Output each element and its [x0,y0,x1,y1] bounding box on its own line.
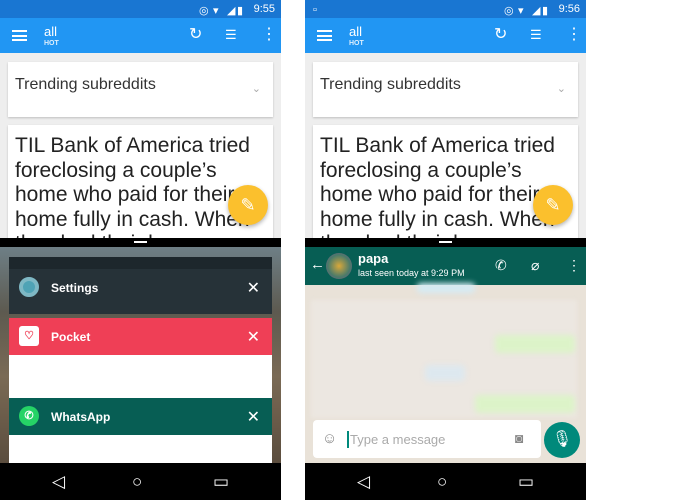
whatsapp-icon: ✆ [19,406,39,426]
date-pill [417,283,475,293]
clock: 9:55 [253,3,275,15]
back-icon[interactable]: ◁ [52,472,65,492]
home-icon[interactable]: ○ [132,472,142,492]
recent-card-whatsapp[interactable]: ✆ WhatsApp ✕ [9,398,272,463]
app-toolbar: all HOT ↻ ☰ ⋮ [305,18,586,53]
paperclip-icon[interactable]: ⌀ [531,257,539,274]
chevron-down-icon[interactable]: ⌄ [557,82,566,95]
back-icon[interactable]: ◁ [357,472,370,492]
more-icon[interactable]: ⋮ [567,257,581,274]
left-phone-screen: ◎ ▾ ◢ ▮ 9:55 all HOT ↻ ☰ ⋮ Trending subr… [0,0,281,500]
split-screen-divider[interactable] [305,238,586,247]
message-bubble [425,365,465,381]
pencil-icon: ✎ [545,195,561,215]
battery-icon: ▮ [542,5,549,17]
recents-background: Settings ✕ ♡ Pocket ✕ ✆ WhatsApp ✕ [0,247,281,463]
sync-icon: ◎ [504,5,514,17]
status-bar: ◎ ▾ ◢ ▮ 9:55 [0,0,281,18]
back-arrow-icon[interactable]: ← [310,256,325,273]
trending-label: Trending subreddits [320,76,461,93]
close-icon[interactable]: ✕ [247,278,260,298]
battery-icon: ▮ [237,5,244,17]
divider-handle[interactable] [134,241,147,243]
home-icon[interactable]: ○ [437,472,447,492]
recents-icon[interactable]: ▭ [518,472,534,492]
emoji-icon[interactable]: ☺ [322,430,337,447]
recent-app-label: Pocket [51,330,91,344]
compose-fab[interactable]: ✎ [228,185,268,225]
signal-icon: ◢ [532,5,541,17]
recent-card-pocket[interactable]: ♡ Pocket ✕ [9,318,272,398]
status-bar: ▫ ◎ ▾ ◢ ▮ 9:56 [305,0,586,18]
signal-icon: ◢ [227,5,236,17]
nav-bar: ◁ ○ ▭ [0,463,281,500]
chat-header: ← papa last seen today at 9:29 PM ✆ ⌀ ⋮ [305,247,586,285]
close-icon[interactable]: ✕ [247,327,260,347]
subreddit-title[interactable]: all [349,24,362,39]
trending-subreddits-card[interactable]: Trending subreddits ⌄ [8,62,273,117]
recent-card-settings[interactable]: Settings ✕ [9,269,272,314]
pocket-icon: ♡ [19,326,39,346]
pencil-icon: ✎ [240,195,256,215]
split-screen-divider[interactable] [0,238,281,247]
more-icon[interactable]: ⋮ [566,26,582,44]
recent-card-stacked[interactable] [9,257,272,269]
camera-icon[interactable]: ◙ [515,430,523,446]
subreddit-title[interactable]: all [44,24,57,39]
trending-label: Trending subreddits [15,76,156,93]
menu-icon[interactable] [317,30,332,41]
divider-handle[interactable] [439,241,452,243]
app-toolbar: all HOT ↻ ☰ ⋮ [0,18,281,53]
sort-icon[interactable]: ☰ [530,26,542,44]
message-input[interactable]: Type a message [350,432,445,447]
image-notification-icon: ▫ [313,4,317,16]
phone-icon[interactable]: ✆ [495,257,507,274]
more-icon[interactable]: ⋮ [261,26,277,44]
refresh-icon[interactable]: ↻ [494,26,507,44]
text-cursor [347,431,349,448]
message-bubble [495,335,575,353]
sort-subtitle: HOT [349,40,364,47]
trending-subreddits-card[interactable]: Trending subreddits ⌄ [313,62,578,117]
last-seen: last seen today at 9:29 PM [358,268,465,278]
sort-subtitle: HOT [44,40,59,47]
wifi-icon: ▾ [213,5,219,17]
menu-icon[interactable] [12,30,27,41]
nav-bar: ◁ ○ ▭ [305,463,586,500]
mic-button[interactable]: 🎙︎ [544,422,580,458]
mic-icon: 🎙︎ [551,431,573,448]
sync-icon: ◎ [199,5,209,17]
close-icon[interactable]: ✕ [247,407,260,427]
recent-app-label: Settings [51,281,99,295]
sort-icon[interactable]: ☰ [225,26,237,44]
settings-gear-icon [19,277,39,297]
recent-app-label: WhatsApp [51,410,111,424]
recents-icon[interactable]: ▭ [213,472,229,492]
wifi-icon: ▾ [518,5,524,17]
message-input-bar[interactable]: ☺ Type a message ◙ [313,420,541,458]
message-bubble [475,395,575,413]
contact-name[interactable]: papa [358,251,388,266]
contact-avatar[interactable] [326,253,352,279]
refresh-icon[interactable]: ↻ [189,26,202,44]
right-phone-screen: ▫ ◎ ▾ ◢ ▮ 9:56 all HOT ↻ ☰ ⋮ Trending su… [305,0,586,500]
chevron-down-icon[interactable]: ⌄ [252,82,261,95]
compose-fab[interactable]: ✎ [533,185,573,225]
clock: 9:56 [558,3,580,15]
